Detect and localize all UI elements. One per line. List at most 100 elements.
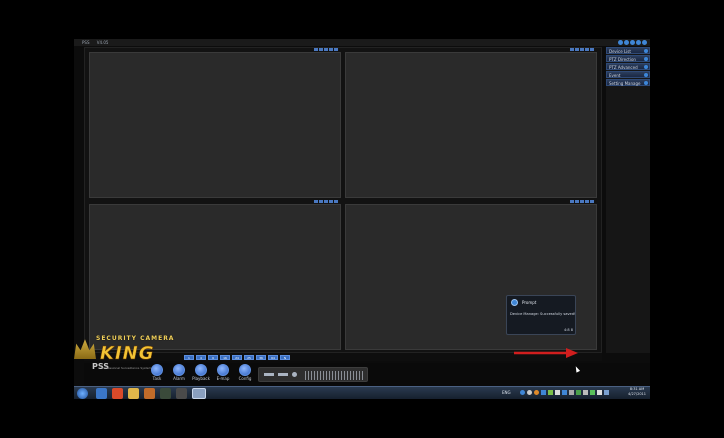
layout-tab-64[interactable]: 64	[268, 354, 278, 360]
title-bar: PSS V4.05	[74, 39, 650, 46]
layout-tab-16[interactable]: 16	[220, 354, 230, 360]
layout-tab-24[interactable]: 24	[232, 354, 242, 360]
ie-icon[interactable]	[96, 388, 107, 399]
zoom-slider[interactable]	[264, 373, 274, 376]
menu-device-list[interactable]: Device List	[606, 47, 650, 54]
lock-icon[interactable]	[624, 40, 629, 45]
pane-btn-icon[interactable]	[314, 48, 318, 51]
pane-btn-icon[interactable]	[324, 200, 328, 203]
tray-icon-3[interactable]	[534, 390, 539, 395]
pane-btn-icon[interactable]	[580, 200, 584, 203]
tray-icon-5[interactable]	[548, 390, 553, 395]
layout-tab-25[interactable]: 25	[244, 354, 254, 360]
logo-line2: KING	[100, 343, 155, 365]
pane-controls	[570, 200, 594, 203]
help-icon[interactable]	[618, 40, 623, 45]
menu-item-label: PTZ Advanced	[609, 65, 638, 70]
media-icon[interactable]	[144, 388, 155, 399]
pane-btn-icon[interactable]	[314, 200, 318, 203]
pane-btn-icon[interactable]	[329, 48, 333, 51]
app2-icon[interactable]	[176, 388, 187, 399]
video-pane-3[interactable]	[89, 200, 341, 350]
volume-icon[interactable]	[597, 390, 602, 395]
menu-item-label: Setting Manage	[609, 81, 641, 86]
tool-label: Config	[238, 376, 252, 381]
pane-btn-icon[interactable]	[334, 48, 338, 51]
layout-tab-1[interactable]: 1	[184, 354, 194, 360]
tray-icon-2[interactable]	[527, 390, 532, 395]
close-icon[interactable]	[642, 40, 647, 45]
tray-icon-8[interactable]	[569, 390, 574, 395]
menu-setting-manage[interactable]: Setting Manage	[606, 79, 650, 86]
pss-taskbar-icon[interactable]	[192, 388, 206, 399]
emap-button[interactable]: E-map	[214, 364, 232, 381]
playback-button[interactable]: Playback	[192, 364, 210, 381]
pane-btn-icon[interactable]	[329, 200, 333, 203]
start-button-icon[interactable]	[77, 388, 88, 399]
emap-icon	[217, 364, 229, 376]
tray-icon-6[interactable]	[555, 390, 560, 395]
language-indicator[interactable]: ENG	[502, 390, 511, 395]
layout-tab-36[interactable]: 36	[256, 354, 266, 360]
pane-btn-icon[interactable]	[590, 200, 594, 203]
expand-icon[interactable]	[644, 81, 648, 85]
layout-tab-9[interactable]: 9	[208, 354, 218, 360]
maximize-icon[interactable]	[636, 40, 641, 45]
logo-line1: SECURITY CAMERA	[96, 335, 175, 342]
info-icon	[511, 299, 518, 306]
pane-btn-icon[interactable]	[570, 48, 574, 51]
video-pane-2[interactable]	[345, 48, 597, 198]
pane-btn-icon[interactable]	[580, 48, 584, 51]
pane-btn-icon[interactable]	[575, 200, 579, 203]
pane-btn-icon[interactable]	[324, 48, 328, 51]
crown-icon	[74, 339, 96, 359]
menu-event[interactable]: Event	[606, 71, 650, 78]
focus-slider[interactable]	[278, 373, 288, 376]
tray-icon-4[interactable]	[541, 390, 546, 395]
channel-key-grid[interactable]	[305, 371, 365, 380]
tray-icon-1[interactable]	[520, 390, 525, 395]
pane-btn-icon[interactable]	[585, 48, 589, 51]
explorer-icon[interactable]	[128, 388, 139, 399]
pane-btn-icon[interactable]	[590, 48, 594, 51]
right-panel: Device List PTZ Direction PTZ Advanced E…	[606, 47, 650, 353]
menu-ptz-advanced[interactable]: PTZ Advanced	[606, 63, 650, 70]
menu-item-label: PTZ Direction	[609, 57, 636, 62]
pane-btn-icon[interactable]	[334, 200, 338, 203]
network-icon[interactable]	[590, 390, 595, 395]
layout-tab-4[interactable]: 4	[196, 354, 206, 360]
menu-pss[interactable]: PSS	[82, 40, 90, 45]
tool-label: Playback	[192, 376, 210, 381]
ptz-control-strip	[258, 367, 368, 382]
menu-ptz-direction[interactable]: PTZ Direction	[606, 55, 650, 62]
prompt-popup: Prompt Device Manage: Successfully saved…	[506, 295, 576, 335]
iris-icon[interactable]	[292, 372, 297, 377]
tray-icon-9[interactable]	[576, 390, 581, 395]
tool-label: E-map	[216, 376, 230, 381]
tray-icon-10[interactable]	[583, 390, 588, 395]
tray-icon-7[interactable]	[562, 390, 567, 395]
pane-controls	[314, 200, 338, 203]
pane-btn-icon[interactable]	[575, 48, 579, 51]
arrow-head	[566, 348, 578, 358]
system-clock[interactable]: 8:31 AM 4/27/2011	[628, 387, 646, 397]
expand-icon[interactable]	[644, 49, 648, 53]
layout-tab-n[interactable]: N	[280, 354, 290, 360]
minimize-icon[interactable]	[630, 40, 635, 45]
chrome-icon[interactable]	[112, 388, 123, 399]
clock-date: 4/27/2011	[628, 392, 646, 396]
expand-icon[interactable]	[644, 65, 648, 69]
expand-icon[interactable]	[644, 73, 648, 77]
pane-btn-icon[interactable]	[319, 200, 323, 203]
pane-btn-icon[interactable]	[585, 200, 589, 203]
popup-title: Prompt	[522, 300, 537, 305]
pane-controls	[314, 48, 338, 51]
config-button[interactable]: Config	[236, 364, 254, 381]
desktop: PSS V4.05 Device List PTZ Direction PTZ …	[0, 0, 724, 438]
expand-icon[interactable]	[644, 57, 648, 61]
tray-icon-11[interactable]	[604, 390, 609, 395]
app-icon[interactable]	[160, 388, 171, 399]
pane-btn-icon[interactable]	[570, 200, 574, 203]
pane-btn-icon[interactable]	[319, 48, 323, 51]
video-pane-1[interactable]	[89, 48, 341, 198]
